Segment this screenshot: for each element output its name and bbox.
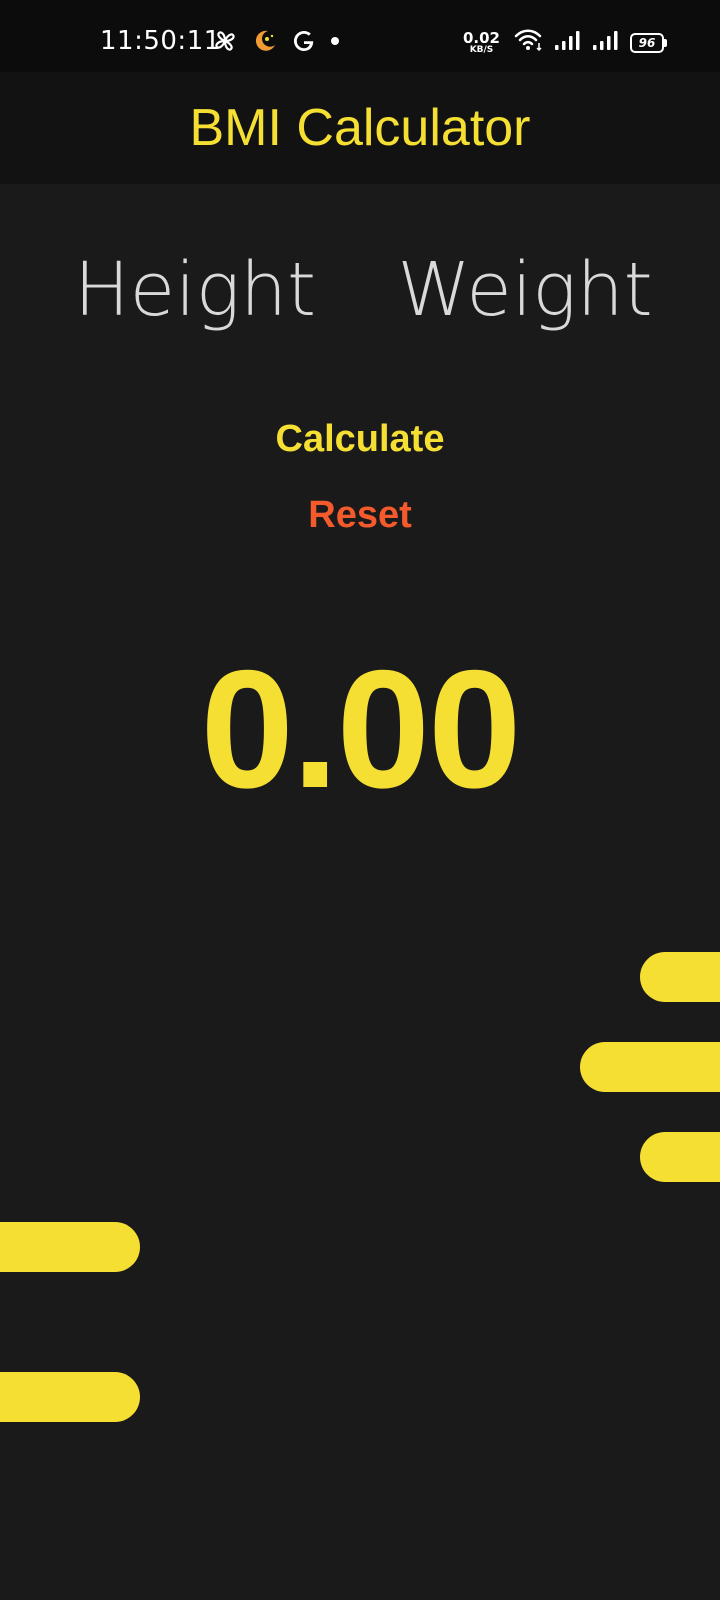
- weight-input[interactable]: [385, 245, 665, 335]
- status-notification-icons: [212, 28, 340, 54]
- status-system-icons: 0.02 KB/S 96: [462, 28, 667, 57]
- signal-icon: [592, 29, 620, 56]
- decorative-pill: [580, 1042, 720, 1092]
- wifi-icon: [514, 28, 544, 57]
- network-speed: 0.02 KB/S: [462, 28, 500, 55]
- moon-star-icon: [252, 28, 278, 54]
- battery-icon: 96: [630, 32, 667, 53]
- decorative-pill: [0, 1222, 140, 1272]
- reset-button[interactable]: Reset: [0, 494, 720, 537]
- battery-level: 96: [638, 35, 656, 50]
- network-speed-value: 0.02: [462, 28, 500, 47]
- app-title: BMI Calculator: [189, 99, 531, 157]
- decorative-pill: [640, 1132, 720, 1182]
- google-icon: [292, 29, 316, 53]
- height-input[interactable]: [60, 245, 330, 335]
- app-bar: BMI Calculator: [0, 72, 720, 184]
- status-time: 11:50:11: [100, 26, 221, 56]
- decorative-pill: [0, 1372, 140, 1422]
- input-row: [0, 245, 720, 335]
- status-bar: 11:50:11 0.02 KB/S 96: [0, 0, 720, 72]
- network-speed-unit: KB/S: [469, 44, 494, 55]
- dot-icon: [330, 36, 340, 46]
- pinwheel-icon: [212, 28, 238, 54]
- bmi-result: 0.00: [200, 635, 522, 823]
- decorative-pill: [640, 952, 720, 1002]
- signal-icon: [554, 29, 582, 56]
- calculate-button[interactable]: Calculate: [0, 418, 720, 461]
